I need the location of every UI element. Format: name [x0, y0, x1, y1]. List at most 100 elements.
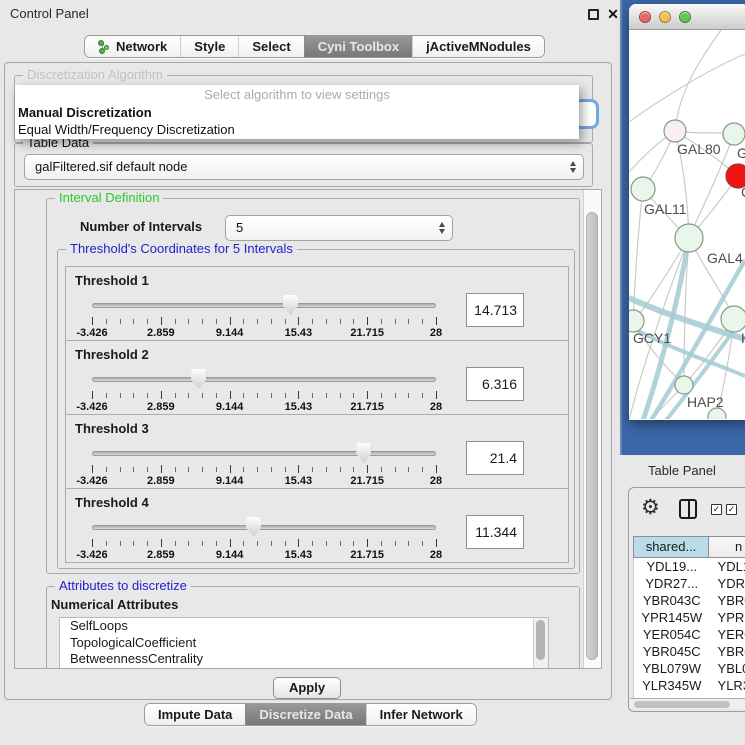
- column-header-shared-name[interactable]: shared...: [633, 536, 709, 558]
- column-view-icon[interactable]: [679, 499, 697, 519]
- slider-tick: [106, 319, 107, 324]
- slider-track[interactable]: [92, 451, 436, 456]
- checkbox-icon[interactable]: ✓: [726, 504, 737, 515]
- horizontal-scrollbar-thumb[interactable]: [634, 701, 730, 708]
- network-window-titlebar[interactable]: [629, 4, 745, 30]
- table-data-combobox[interactable]: galFiltered.sif default node: [24, 154, 584, 180]
- slider-tick: [188, 393, 189, 398]
- table-row[interactable]: YBL079WYBL0: [634, 660, 745, 677]
- apply-button[interactable]: Apply: [273, 677, 341, 699]
- slider-track[interactable]: [92, 303, 436, 308]
- slider-tick: [188, 467, 189, 472]
- slider-tick: [147, 319, 148, 324]
- slider-handle[interactable]: [356, 443, 371, 463]
- close-icon[interactable]: ✕: [605, 0, 621, 28]
- close-traffic-light-icon[interactable]: [639, 11, 651, 23]
- network-node-label: H: [741, 330, 745, 346]
- threshold-panel: Threshold 3-3.4262.8599.14415.4321.71528…: [65, 414, 569, 489]
- tab-discretize-data[interactable]: Discretize Data: [245, 704, 365, 725]
- network-edge[interactable]: [629, 54, 745, 122]
- network-node-hap2[interactable]: [675, 376, 693, 394]
- network-node-h[interactable]: [721, 306, 745, 332]
- slider-tick: [326, 467, 327, 472]
- slider-tick: [175, 467, 176, 472]
- tab-select[interactable]: Select: [238, 36, 303, 57]
- numerical-attributes-list[interactable]: SelfLoopsTopologicalCoefficientBetweenne…: [59, 617, 549, 669]
- tab-style[interactable]: Style: [180, 36, 238, 57]
- threshold-slider[interactable]: -3.4262.8599.14415.4321.71528: [92, 441, 436, 487]
- slider-tick: [230, 317, 231, 325]
- number-of-intervals-combobox[interactable]: 5: [225, 215, 453, 241]
- table-row[interactable]: YBR045CYBR0: [634, 643, 745, 660]
- cell-name: YPR1: [710, 609, 745, 626]
- slider-tick: [161, 465, 162, 473]
- attribute-list-item[interactable]: BetweennessCentrality: [60, 651, 548, 668]
- slider-handle[interactable]: [283, 295, 298, 315]
- threshold-value-field[interactable]: 14.713: [466, 293, 524, 327]
- vertical-scrollbar[interactable]: [583, 190, 601, 668]
- network-node-gal80[interactable]: [664, 120, 686, 142]
- cell-shared-name: YBR043C: [634, 592, 710, 609]
- tab-label: Impute Data: [158, 707, 232, 722]
- combo-arrows-icon: [570, 161, 576, 173]
- float-window-icon[interactable]: [588, 9, 599, 20]
- cell-name: YLR3: [710, 677, 745, 694]
- threshold-slider[interactable]: -3.4262.8599.14415.4321.71528: [92, 293, 436, 339]
- tab-impute-data[interactable]: Impute Data: [145, 704, 245, 725]
- slider-tick: [188, 541, 189, 546]
- vertical-scrollbar-thumb[interactable]: [586, 212, 598, 660]
- threshold-value-field[interactable]: 11.344: [466, 515, 524, 549]
- threshold-slider[interactable]: -3.4262.8599.14415.4321.71528: [92, 515, 436, 561]
- slider-handle[interactable]: [246, 517, 261, 537]
- checkbox-icon[interactable]: ✓: [711, 504, 722, 515]
- tab-cyni-toolbox[interactable]: Cyni Toolbox: [304, 36, 412, 57]
- network-node-gal11[interactable]: [631, 177, 655, 201]
- attribute-list-item[interactable]: TopologicalCoefficient: [60, 635, 548, 652]
- tab-label: Discretize Data: [259, 707, 352, 722]
- slider-tick-label: -3.426: [76, 327, 107, 339]
- network-node-gcy1[interactable]: [629, 310, 644, 332]
- slider-tick-label: 2.859: [147, 475, 175, 487]
- slider-tick: [92, 391, 93, 399]
- threshold-slider[interactable]: -3.4262.8599.14415.4321.71528: [92, 367, 436, 413]
- attribute-list-item[interactable]: SelfLoops: [60, 618, 548, 635]
- slider-track[interactable]: [92, 525, 436, 530]
- slider-tick-label: 28: [430, 327, 442, 339]
- gear-icon[interactable]: ⚙: [641, 496, 660, 520]
- table-row[interactable]: YER054CYER0: [634, 626, 745, 643]
- table-row[interactable]: YDL19...YDL1: [634, 558, 745, 575]
- tab-label: Network: [116, 39, 167, 54]
- network-node-label: C: [741, 184, 745, 200]
- tab-infer-network[interactable]: Infer Network: [366, 704, 476, 725]
- tab-network[interactable]: Network: [85, 36, 180, 57]
- threshold-value-field[interactable]: 6.316: [466, 367, 524, 401]
- list-scrollbar[interactable]: [533, 618, 548, 669]
- network-node-g[interactable]: [723, 123, 745, 145]
- threshold-value-field[interactable]: 21.4: [466, 441, 524, 475]
- slider-handle[interactable]: [191, 369, 206, 389]
- table-row[interactable]: YPR145WYPR1: [634, 609, 745, 626]
- list-scrollbar-thumb[interactable]: [536, 620, 545, 660]
- tab-jactivemnodules[interactable]: jActiveMNodules: [412, 36, 544, 57]
- slider-tick-label: 9.144: [216, 327, 244, 339]
- network-icon: [98, 40, 111, 54]
- settings-scrollpane: Interval Definition Number of Intervals …: [14, 189, 602, 669]
- table-row[interactable]: YDR27...YDR2: [634, 575, 745, 592]
- horizontal-scrollbar[interactable]: [630, 698, 745, 709]
- cell-shared-name: YBR045C: [634, 643, 710, 660]
- network-canvas[interactable]: GAL80GCGAL11GAL4GCY1HHAP2: [629, 30, 745, 419]
- minimize-traffic-light-icon[interactable]: [659, 11, 671, 23]
- table-row[interactable]: YBR043CYBR0: [634, 592, 745, 609]
- network-node-gal4[interactable]: [675, 224, 703, 252]
- slider-tick: [436, 539, 437, 547]
- node-table: shared... n YDL19...YDL1YDR27...YDR2YBR0…: [633, 536, 745, 698]
- slider-track[interactable]: [92, 377, 436, 382]
- slider-tick: [120, 393, 121, 398]
- table-row[interactable]: YLR345WYLR3: [634, 677, 745, 694]
- column-header-name[interactable]: n: [709, 536, 745, 558]
- zoom-traffic-light-icon[interactable]: [679, 11, 691, 23]
- network-view-window[interactable]: GAL80GCGAL11GAL4GCY1HHAP2: [629, 4, 745, 420]
- dropdown-option-manual[interactable]: Manual Discretization: [15, 104, 579, 121]
- dropdown-option-equal-width[interactable]: Equal Width/Frequency Discretization: [15, 121, 579, 138]
- network-edge[interactable]: [675, 30, 721, 131]
